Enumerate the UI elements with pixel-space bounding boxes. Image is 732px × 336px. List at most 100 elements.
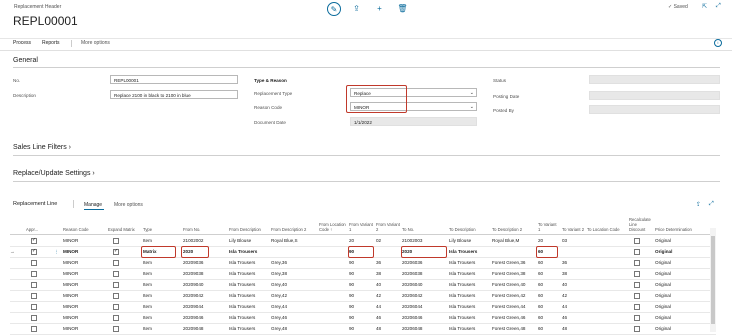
new-button[interactable]: + xyxy=(373,2,386,15)
expand-matrix-checkbox[interactable] xyxy=(113,260,119,266)
more-options-button[interactable]: More options xyxy=(81,40,110,46)
table-cell-from-no[interactable]: 20209042 xyxy=(183,290,227,301)
table-cell-reason[interactable]: MINOR xyxy=(63,279,106,290)
table-cell-from-loc[interactable] xyxy=(319,257,347,268)
expand-matrix-checkbox[interactable] xyxy=(113,271,119,277)
approved-checkbox[interactable] xyxy=(31,248,37,255)
table-cell-to-desc[interactable]: Isla Trousers xyxy=(449,268,490,279)
table-cell-from-loc[interactable] xyxy=(319,323,347,334)
table-cell-to-loc[interactable] xyxy=(587,290,627,301)
recalculate-discount-checkbox[interactable] xyxy=(634,315,640,321)
table-cell-price[interactable]: Original xyxy=(655,290,705,301)
table-cell-price[interactable]: Original xyxy=(655,323,705,334)
table-cell-to-loc[interactable] xyxy=(587,312,627,323)
table-cell-tv1[interactable]: 20 xyxy=(538,235,560,246)
table-cell-price[interactable]: Original xyxy=(655,279,705,290)
table-cell-to-desc2[interactable]: Forest Green,46 xyxy=(492,312,536,323)
table-cell-to-loc[interactable] xyxy=(587,257,627,268)
recalculate-discount-checkbox[interactable] xyxy=(634,260,640,266)
table-cell-type[interactable]: Item xyxy=(143,312,181,323)
expand-matrix-checkbox[interactable] xyxy=(113,248,119,255)
share-icon[interactable]: ⇪ xyxy=(696,201,701,208)
table-cell-from-desc2[interactable]: Grey,48 xyxy=(271,323,317,334)
recalculate-discount-checkbox[interactable] xyxy=(634,238,640,244)
table-cell-fv2[interactable]: 46 xyxy=(376,312,400,323)
table-cell-fv2[interactable]: 36 xyxy=(376,257,400,268)
table-row[interactable]: MINOR Item 20209048 Isla Trousers Grey,48 90 4… xyxy=(10,323,716,335)
table-cell-to-desc2[interactable]: Forest Green,48 xyxy=(492,323,536,334)
recalculate-discount-checkbox[interactable] xyxy=(634,249,640,255)
table-cell-from-no[interactable]: 21002002 xyxy=(183,235,227,246)
table-cell-tv2[interactable] xyxy=(562,246,585,257)
table-cell-to-desc2[interactable]: Forest Green,36 xyxy=(492,257,536,268)
more-options-lines[interactable]: More options xyxy=(114,202,143,208)
expand-matrix-checkbox[interactable] xyxy=(113,293,119,299)
column-header[interactable]: To Description xyxy=(449,227,490,232)
column-header[interactable]: Price Determination xyxy=(655,227,705,232)
table-cell-from-desc2[interactable]: Royal Blue,S xyxy=(271,235,317,246)
table-cell-tv1[interactable]: 60 xyxy=(538,323,560,334)
table-cell-to-loc[interactable] xyxy=(587,235,627,246)
table-cell-reason[interactable]: MINOR xyxy=(63,290,106,301)
recalculate-discount-checkbox[interactable] xyxy=(634,282,640,288)
delete-button[interactable]: 🗑 xyxy=(396,2,409,15)
column-header[interactable]: To Description 2 xyxy=(492,227,536,232)
table-cell-to-loc[interactable] xyxy=(587,268,627,279)
description-field[interactable]: Replace 2100 in black to 2100 in blue xyxy=(110,90,238,99)
table-cell-type[interactable]: Item xyxy=(143,323,181,334)
expand-matrix-checkbox[interactable] xyxy=(113,315,119,321)
row-actions-icon[interactable]: ⋮ xyxy=(54,246,59,257)
table-cell-fv2[interactable]: 02 xyxy=(376,235,400,246)
table-cell-price[interactable]: Original xyxy=(655,301,705,312)
table-cell-from-desc2[interactable]: Grey,44 xyxy=(271,301,317,312)
process-menu[interactable]: Process xyxy=(13,40,31,46)
table-cell-tv1[interactable]: 60 xyxy=(538,268,560,279)
table-cell-from-desc[interactable]: Isla Trousers xyxy=(229,257,269,268)
table-cell-reason[interactable]: MINOR xyxy=(63,268,106,279)
recalculate-discount-checkbox[interactable] xyxy=(634,293,640,299)
table-cell-from-no[interactable]: 20209046 xyxy=(183,312,227,323)
expand-matrix-checkbox[interactable] xyxy=(113,304,119,310)
table-cell-tv2[interactable]: 40 xyxy=(562,279,585,290)
approved-checkbox[interactable] xyxy=(31,326,37,332)
table-cell-to-no[interactable]: 20206036 xyxy=(402,257,447,268)
table-cell-type[interactable]: Item xyxy=(143,301,181,312)
table-cell-tv1[interactable]: 60 xyxy=(538,257,560,268)
table-cell-reason[interactable]: MINOR xyxy=(63,301,106,312)
expand-matrix-checkbox[interactable] xyxy=(113,326,119,332)
table-cell-reason[interactable]: MINOR xyxy=(63,312,106,323)
table-cell-fv1[interactable]: 90 xyxy=(349,279,374,290)
table-cell-to-desc[interactable]: Isla Trousers xyxy=(449,246,490,257)
reports-menu[interactable]: Reports xyxy=(42,40,60,46)
table-cell-tv1[interactable]: 60 xyxy=(538,312,560,323)
column-header[interactable]: From No. xyxy=(183,227,227,232)
column-header[interactable]: Reason Code xyxy=(63,227,106,232)
table-cell-from-loc[interactable] xyxy=(319,246,347,257)
open-new-icon[interactable]: ⇱ xyxy=(702,3,707,10)
table-cell-from-desc2[interactable] xyxy=(271,246,317,257)
table-cell-from-desc[interactable]: Isla Trousers xyxy=(229,246,269,257)
table-cell-to-loc[interactable] xyxy=(587,279,627,290)
table-cell-fv1[interactable]: 90 xyxy=(349,312,374,323)
recalculate-discount-checkbox[interactable] xyxy=(634,271,640,277)
approved-checkbox[interactable] xyxy=(31,293,37,299)
column-header[interactable]: Expand Matrix xyxy=(108,227,141,232)
table-cell-reason[interactable]: MINOR xyxy=(63,235,106,246)
table-cell-fv1[interactable]: 90 xyxy=(349,290,374,301)
table-cell-from-desc[interactable]: Isla Trousers xyxy=(229,301,269,312)
table-cell-from-desc[interactable]: Isla Trousers xyxy=(229,323,269,334)
table-cell-tv1[interactable]: 60 xyxy=(538,290,560,301)
approved-checkbox[interactable] xyxy=(31,237,37,244)
column-header[interactable]: To Variant 1 xyxy=(538,222,560,232)
approved-checkbox[interactable] xyxy=(31,315,37,321)
table-cell-to-no[interactable]: 20206044 xyxy=(402,301,447,312)
table-cell-type[interactable]: Item xyxy=(143,235,181,246)
scrollbar-thumb[interactable] xyxy=(711,236,715,324)
recalculate-discount-checkbox[interactable] xyxy=(634,304,640,310)
expand-matrix-checkbox[interactable] xyxy=(113,282,119,288)
table-cell-to-no[interactable]: 21002003 xyxy=(402,235,447,246)
table-cell-to-loc[interactable] xyxy=(587,301,627,312)
table-cell-from-no[interactable]: 20209044 xyxy=(183,301,227,312)
table-cell-reason[interactable]: MINOR xyxy=(63,323,106,334)
column-header[interactable]: From Variant 2 xyxy=(376,222,400,232)
